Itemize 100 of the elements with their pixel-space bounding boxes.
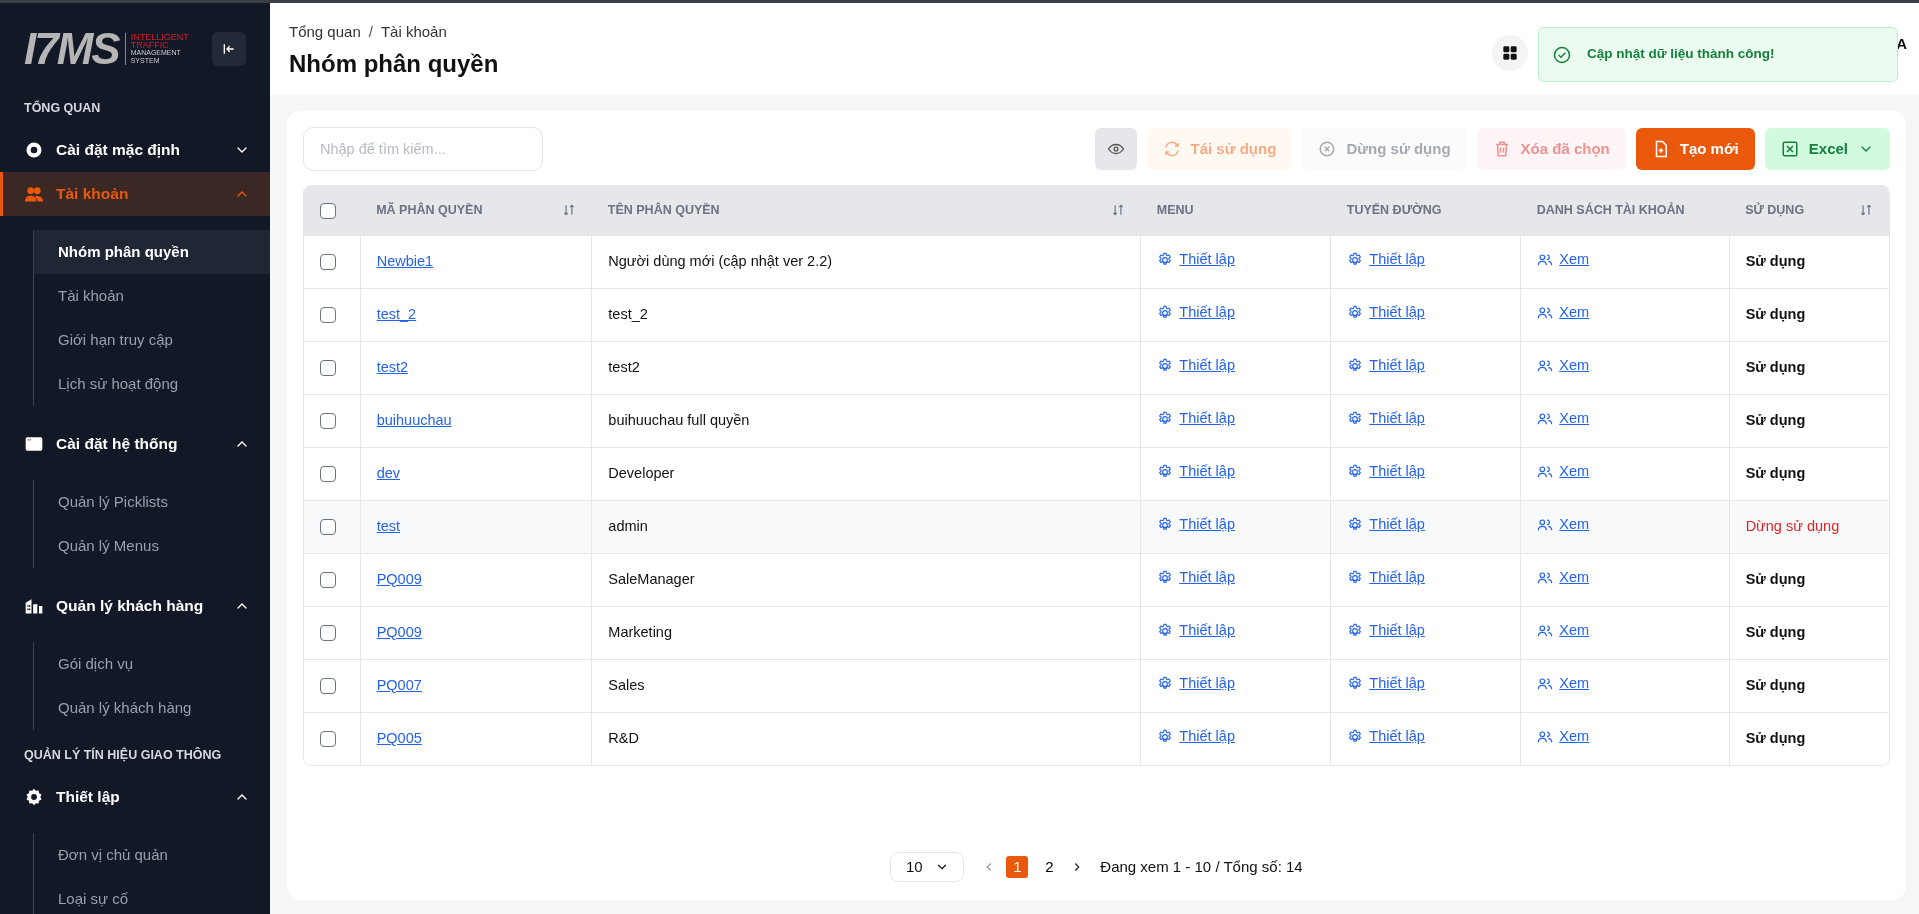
section-title: TỔNG QUAN	[23, 99, 102, 117]
breadcrumb-link[interactable]: Tổng quan	[289, 21, 361, 44]
view-link[interactable]: Xem	[1559, 672, 1590, 695]
view-link[interactable]: Xem	[1559, 619, 1590, 642]
setup-link[interactable]: Thiết lập	[1369, 672, 1425, 695]
settings-icon	[1157, 357, 1174, 374]
view-link[interactable]: Xem	[1559, 460, 1590, 483]
page-title: Nhóm phân quyền	[289, 48, 499, 79]
code-link[interactable]: buihuuchau	[376, 411, 452, 428]
logo-text: I7MS	[24, 27, 119, 71]
sidebar-subitem[interactable]: Quản lý Menus	[34, 523, 270, 568]
view-link[interactable]: Xem	[1559, 725, 1590, 748]
sidebar-subitem[interactable]: Quản lý khách hàng	[34, 685, 270, 730]
column-header: MENU	[1156, 201, 1194, 219]
view-link[interactable]: Xem	[1559, 566, 1590, 589]
sidebar-subitem[interactable]: Đơn vị chủ quản	[34, 832, 270, 877]
code-link[interactable]: test2	[376, 358, 409, 375]
breadcrumb-separator: /	[368, 22, 373, 42]
setup-link[interactable]: Thiết lập	[1369, 407, 1425, 430]
column-header: MÃ PHÂN QUYỀN	[376, 201, 483, 219]
view-link[interactable]: Xem	[1559, 248, 1590, 271]
code-link[interactable]: test	[376, 517, 401, 534]
setup-link[interactable]: Thiết lập	[1369, 725, 1425, 748]
settings-icon	[1347, 251, 1364, 268]
sidebar-item[interactable]: Thiết lập	[0, 774, 270, 819]
users-icon	[1537, 728, 1554, 745]
view-link[interactable]: Xem	[1559, 513, 1590, 536]
collapse-sidebar-button[interactable]	[212, 32, 246, 66]
code-link[interactable]: PQ005	[376, 729, 422, 746]
setup-link[interactable]: Thiết lập	[1369, 566, 1425, 589]
setup-link[interactable]: Thiết lập	[1179, 248, 1235, 271]
sidebar-item[interactable]: Cài đặt mặc định	[0, 127, 270, 172]
select-all-checkbox[interactable]	[320, 202, 336, 219]
setup-link[interactable]: Thiết lập	[1369, 460, 1425, 483]
sort-icon[interactable]	[1859, 203, 1873, 218]
users-icon	[1537, 304, 1554, 321]
row-checkbox[interactable]	[320, 677, 336, 694]
row-checkbox[interactable]	[320, 306, 336, 323]
settings-icon	[1157, 516, 1174, 533]
status-text: Sử dụng	[1745, 676, 1806, 693]
sort-icon[interactable]	[561, 203, 576, 218]
code-link[interactable]: PQ009	[376, 623, 422, 640]
row-checkbox[interactable]	[320, 465, 336, 482]
code-link[interactable]: Newbie1	[376, 252, 434, 269]
sort-icon[interactable]	[1110, 203, 1125, 218]
view-link[interactable]: Xem	[1559, 354, 1590, 377]
sidebar-item[interactable]: Tài khoản	[0, 171, 270, 216]
page-size-select[interactable]: 10	[890, 852, 965, 882]
setup-link[interactable]: Thiết lập	[1179, 460, 1235, 483]
view-link[interactable]: Xem	[1559, 301, 1590, 324]
apps-button[interactable]	[1492, 35, 1528, 71]
code-link[interactable]: dev	[376, 464, 401, 481]
settings-icon	[1157, 463, 1174, 480]
code-link[interactable]: test_2	[376, 305, 417, 322]
code-link[interactable]: PQ009	[376, 570, 422, 587]
setup-link[interactable]: Thiết lập	[1179, 672, 1235, 695]
setup-link[interactable]: Thiết lập	[1179, 566, 1235, 589]
sidebar-subitem[interactable]: Lịch sử hoạt động	[34, 361, 270, 406]
breadcrumb-item: Tài khoản	[380, 22, 447, 42]
table-cell: R&D	[608, 729, 639, 746]
sidebar-subitem[interactable]: Quản lý Picklists	[34, 479, 270, 524]
sidebar-item[interactable]: Cài đặt hệ thống	[0, 421, 270, 466]
row-checkbox[interactable]	[320, 571, 336, 588]
row-checkbox[interactable]	[320, 624, 336, 641]
view-button[interactable]	[1094, 128, 1137, 170]
excel-dropdown-button[interactable]: Excel	[1764, 128, 1890, 170]
setup-link[interactable]: Thiết lập	[1179, 354, 1235, 377]
view-link[interactable]: Xem	[1559, 407, 1590, 430]
sidebar-subitem[interactable]: Gói dịch vụ	[34, 641, 270, 686]
setup-link[interactable]: Thiết lập	[1369, 354, 1425, 377]
page-button[interactable]: 1	[1006, 856, 1029, 878]
row-checkbox[interactable]	[320, 359, 336, 376]
row-checkbox[interactable]	[320, 412, 336, 429]
sidebar-subitem[interactable]: Nhóm phân quyền	[34, 229, 270, 274]
code-link[interactable]: PQ007	[376, 676, 422, 693]
setup-link[interactable]: Thiết lập	[1179, 725, 1235, 748]
row-checkbox[interactable]	[320, 518, 336, 535]
setup-link[interactable]: Thiết lập	[1369, 513, 1425, 536]
setup-link[interactable]: Thiết lập	[1179, 619, 1235, 642]
sidebar-subitem[interactable]: Tài khoản	[34, 273, 270, 318]
setup-link[interactable]: Thiết lập	[1369, 301, 1425, 324]
setup-link[interactable]: Thiết lập	[1369, 248, 1425, 271]
row-checkbox[interactable]	[320, 253, 336, 270]
setup-link[interactable]: Thiết lập	[1179, 301, 1235, 324]
settings-icon	[1347, 569, 1364, 586]
setup-link[interactable]: Thiết lập	[1179, 513, 1235, 536]
sidebar-item[interactable]: Quản lý khách hàng	[0, 583, 270, 628]
row-checkbox[interactable]	[320, 731, 336, 748]
search-field[interactable]: Nhập để tìm kiếm...	[303, 127, 543, 171]
page-button[interactable]: 2	[1038, 856, 1061, 878]
sidebar-subitem[interactable]: Loại sự cố	[34, 876, 270, 914]
action-button[interactable]: Tạo mới	[1635, 128, 1755, 170]
close-circle-icon	[1318, 140, 1337, 158]
pagination-info: Đang xem 1 - 10 / Tổng số: 14	[1100, 856, 1303, 877]
settings-icon	[1347, 516, 1364, 533]
sidebar-subitem[interactable]: Giới hạn truy cập	[34, 317, 270, 362]
setup-link[interactable]: Thiết lập	[1369, 619, 1425, 642]
setup-link[interactable]: Thiết lập	[1179, 407, 1235, 430]
grid-icon	[1502, 45, 1518, 61]
settings-icon	[1347, 410, 1364, 427]
